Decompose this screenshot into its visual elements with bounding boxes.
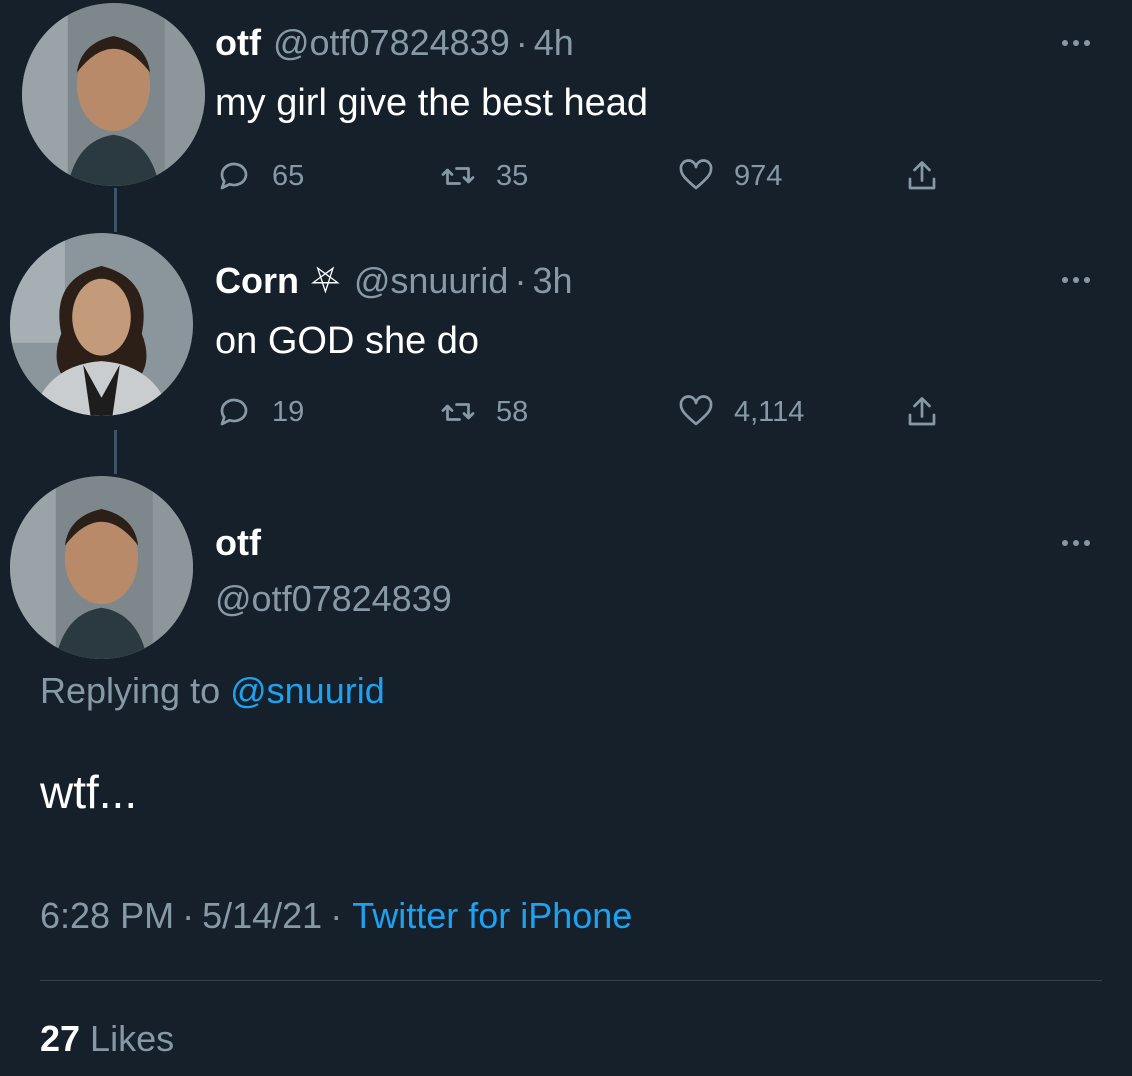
avatar-image	[10, 476, 193, 659]
separator: ·	[514, 260, 527, 301]
thread-line	[114, 188, 117, 232]
retweet-count: 58	[496, 395, 529, 428]
author-name[interactable]: Corn	[215, 260, 299, 302]
tweet-text: wtf...	[40, 766, 138, 818]
share-button[interactable]	[904, 158, 960, 194]
retweet-icon	[441, 167, 475, 185]
author-handle[interactable]: @snuurid	[354, 260, 509, 302]
author-name[interactable]: otf	[215, 522, 261, 564]
reply-button[interactable]: 19	[216, 394, 304, 430]
separator: ·	[515, 22, 528, 63]
likes-label: Likes	[90, 1018, 175, 1059]
retweet-button[interactable]: 58	[440, 394, 528, 430]
reply-icon	[220, 398, 248, 426]
author-handle[interactable]: @otf07824839	[215, 578, 452, 620]
share-icon	[908, 397, 936, 426]
author-handle[interactable]: @otf07824839	[273, 22, 510, 64]
avatar[interactable]	[22, 3, 205, 186]
reply-icon	[220, 162, 248, 190]
more-icon[interactable]	[1062, 277, 1090, 283]
avatar-image	[22, 3, 205, 186]
replying-prefix: Replying to	[40, 670, 221, 711]
retweet-icon	[441, 403, 475, 421]
retweet-button[interactable]: 35	[440, 158, 528, 194]
heart-icon	[679, 159, 713, 190]
avatar[interactable]	[10, 476, 193, 659]
like-button[interactable]: 4,114	[678, 394, 804, 430]
avatar-image	[10, 233, 193, 416]
share-icon	[908, 161, 936, 190]
reply-button[interactable]: 65	[216, 158, 304, 194]
tweet-timestamp[interactable]: 6:28 PM	[40, 895, 174, 937]
avatar[interactable]	[10, 233, 193, 416]
divider	[40, 980, 1102, 981]
share-button[interactable]	[904, 394, 960, 430]
name-emoji: ⛧	[311, 260, 340, 301]
reply-count: 65	[272, 159, 305, 192]
like-count: 4,114	[734, 395, 805, 428]
separator: ·	[182, 895, 195, 936]
tweet-time[interactable]: 4h	[534, 22, 574, 64]
separator: ·	[330, 895, 343, 936]
retweet-count: 35	[496, 159, 529, 192]
replying-to-link[interactable]: @snuurid	[230, 670, 385, 712]
more-icon[interactable]	[1062, 40, 1090, 46]
like-button[interactable]: 974	[678, 158, 782, 194]
tweet-source-link[interactable]: Twitter for iPhone	[352, 895, 632, 937]
reply-count: 19	[272, 395, 305, 428]
tweet-time[interactable]: 3h	[532, 260, 572, 302]
like-count: 974	[734, 159, 783, 192]
heart-icon	[679, 395, 713, 426]
more-icon[interactable]	[1062, 540, 1090, 546]
likes-count: 27	[40, 1018, 81, 1059]
author-name[interactable]: otf	[215, 22, 261, 64]
thread-line	[114, 430, 117, 474]
tweet-text: my girl give the best head	[215, 82, 649, 124]
tweet-date[interactable]: 5/14/21	[202, 895, 322, 937]
tweet-text: on GOD she do	[215, 320, 480, 362]
likes-stat[interactable]: 27 Likes	[40, 1018, 174, 1060]
